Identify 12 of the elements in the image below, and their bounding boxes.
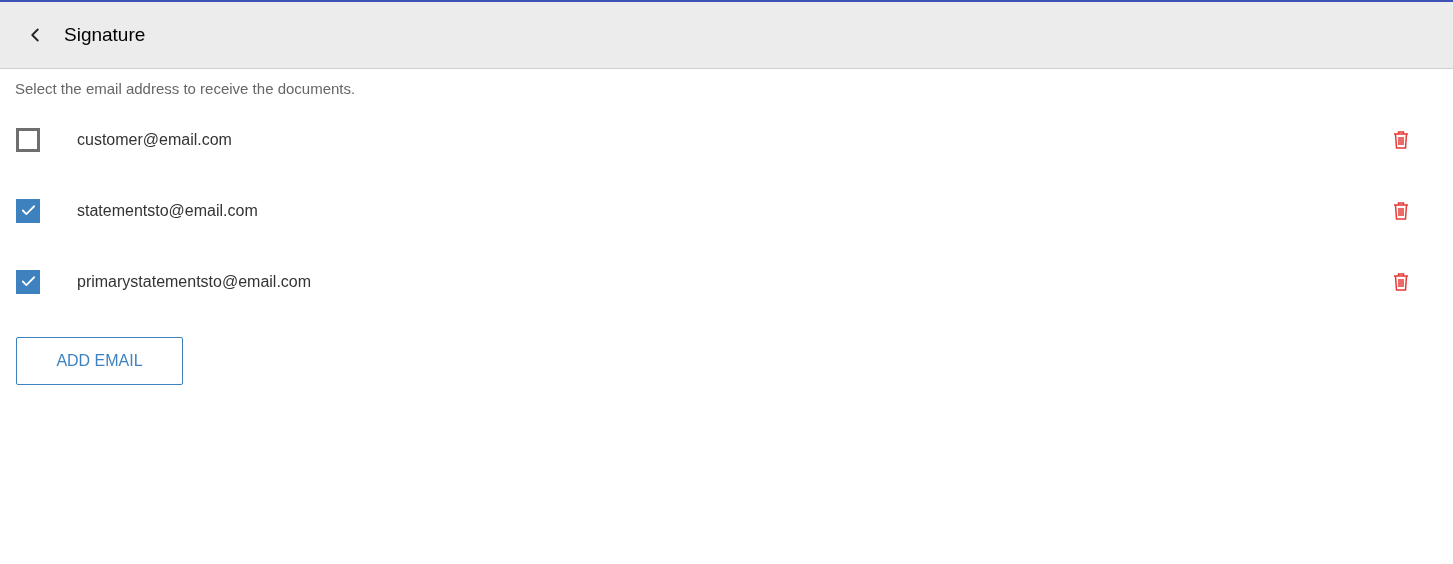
email-address: customer@email.com: [77, 129, 233, 150]
trash-icon[interactable]: [1393, 201, 1409, 220]
trash-icon[interactable]: [1393, 272, 1409, 291]
email-address: primarystatementsto@email.com: [77, 271, 313, 292]
checkbox[interactable]: [16, 269, 40, 294]
checkbox[interactable]: [16, 198, 40, 223]
trash-icon[interactable]: [1393, 130, 1409, 149]
add-email-button[interactable]: ADD EMAIL: [16, 337, 183, 385]
page-title: Signature: [64, 22, 146, 47]
checkbox[interactable]: [16, 127, 40, 152]
email-address: statementsto@email.com: [77, 200, 259, 221]
instruction-text: Select the email address to receive the documents.: [14, 79, 357, 99]
